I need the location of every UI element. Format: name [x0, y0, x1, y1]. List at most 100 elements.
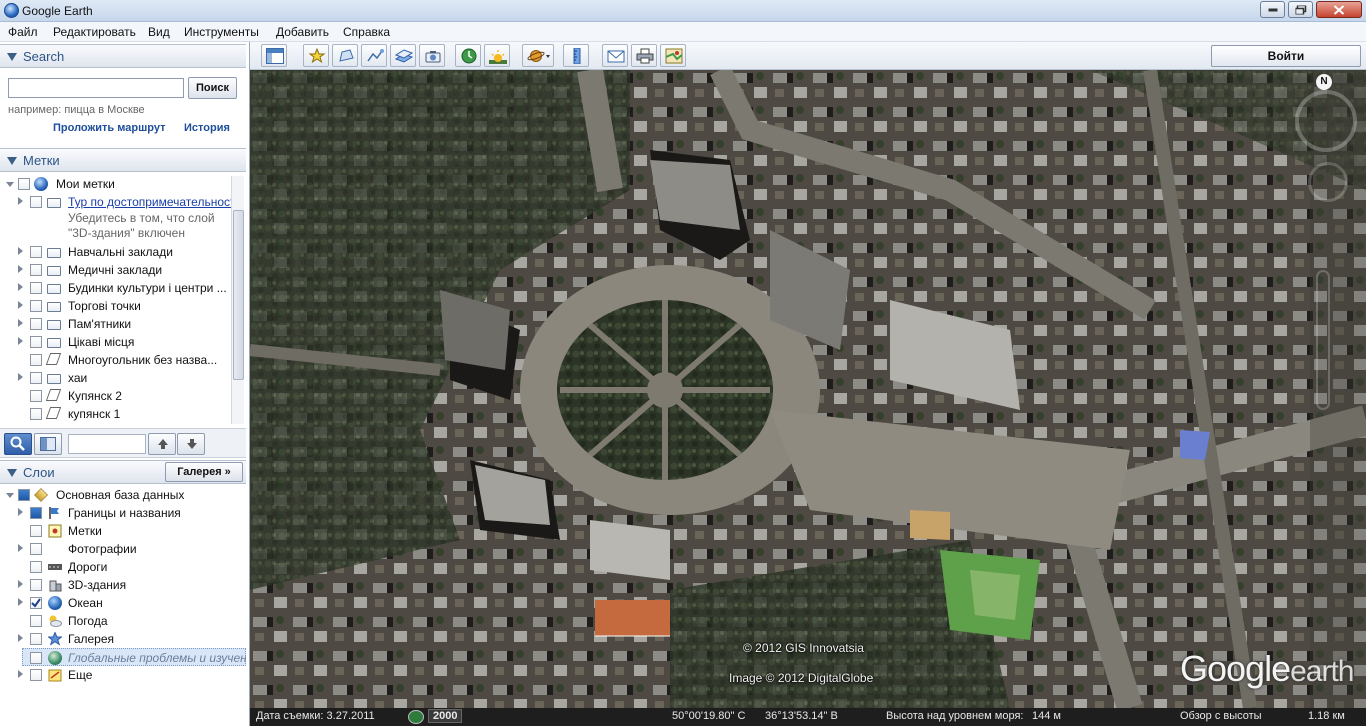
search-input[interactable] [8, 78, 184, 98]
expander-icon[interactable] [18, 373, 23, 381]
move-down-button[interactable] [177, 433, 205, 455]
tree-item[interactable]: Пам'ятники [0, 315, 232, 333]
expander-icon[interactable] [18, 197, 23, 205]
menu-edit[interactable]: Редактировать [53, 25, 136, 39]
checkbox[interactable] [30, 372, 42, 384]
close-button[interactable] [1316, 1, 1362, 18]
expander-icon[interactable] [18, 508, 23, 516]
expander-icon[interactable] [18, 301, 23, 309]
layer-item[interactable]: Еще [0, 666, 246, 684]
checkbox[interactable] [18, 178, 30, 190]
tree-item[interactable]: Цікаві місця [0, 333, 232, 351]
checkbox[interactable] [30, 264, 42, 276]
layer-item-selected[interactable]: Глобальные проблемы и изучение [22, 648, 246, 666]
historical-imagery-button[interactable] [455, 44, 481, 67]
tree-item[interactable]: хаи [0, 369, 232, 387]
checkbox[interactable] [30, 318, 42, 330]
checkbox[interactable] [30, 669, 42, 681]
tree-item[interactable]: Медичні заклади [0, 261, 232, 279]
expander-icon[interactable] [18, 283, 23, 291]
planets-button[interactable] [522, 44, 554, 67]
search-places-button[interactable] [4, 433, 32, 455]
view-in-maps-button[interactable] [660, 44, 686, 67]
checkbox[interactable] [30, 408, 42, 420]
ruler-button[interactable] [563, 44, 589, 67]
checkbox[interactable] [30, 633, 42, 645]
look-joystick[interactable] [1295, 90, 1357, 152]
expander-icon[interactable] [18, 319, 23, 327]
checkbox[interactable] [30, 525, 42, 537]
tree-item[interactable]: Навчальні заклади [0, 243, 232, 261]
checkbox[interactable] [30, 561, 42, 573]
layer-item[interactable]: Дороги [0, 558, 246, 576]
directions-link[interactable]: Проложить маршрут [53, 122, 165, 134]
tree-item-link[interactable]: Тур по достопримечательностям [68, 195, 232, 209]
expander-icon[interactable] [6, 182, 14, 187]
layer-item[interactable]: Метки [0, 522, 246, 540]
checkbox-partial[interactable] [18, 489, 30, 501]
search-panel-header[interactable]: Search [0, 44, 246, 68]
tree-item[interactable]: Торгові точки [0, 297, 232, 315]
checkbox[interactable] [30, 579, 42, 591]
email-button[interactable] [602, 44, 628, 67]
scrollbar-thumb[interactable] [233, 210, 244, 380]
checkbox[interactable] [30, 336, 42, 348]
layer-item[interactable]: Фотографии [0, 540, 246, 558]
checkbox-checked[interactable] [30, 597, 42, 609]
layer-item[interactable]: Границы и названия [0, 504, 246, 522]
expander-icon[interactable] [6, 493, 14, 498]
menu-add[interactable]: Добавить [276, 25, 329, 39]
menu-tools[interactable]: Инструменты [184, 25, 259, 39]
minimize-button[interactable] [1260, 1, 1285, 18]
layer-item[interactable]: Галерея [0, 630, 246, 648]
maximize-button[interactable] [1288, 1, 1313, 18]
history-link[interactable]: История [184, 122, 230, 134]
add-polygon-button[interactable] [332, 44, 358, 67]
print-button[interactable] [631, 44, 657, 67]
expander-icon[interactable] [18, 670, 23, 678]
checkbox[interactable] [30, 246, 42, 258]
record-tour-button[interactable] [419, 44, 445, 67]
tree-item[interactable]: Будинки культури і центри ... [0, 279, 232, 297]
gallery-button[interactable]: Галерея » [165, 462, 243, 482]
add-path-button[interactable] [361, 44, 387, 67]
expander-icon[interactable] [18, 247, 23, 255]
move-joystick[interactable] [1308, 162, 1348, 202]
expander-icon[interactable] [18, 544, 23, 552]
zoom-slider[interactable] [1316, 270, 1330, 410]
north-compass-icon[interactable]: N [1316, 74, 1332, 90]
map-view[interactable]: N © 2012 GIS Innovatsia Image © 2012 Dig… [250, 70, 1366, 708]
checkbox-partial[interactable] [30, 507, 42, 519]
tree-item[interactable]: Многоугольник без назва... [0, 351, 232, 369]
checkbox[interactable] [30, 196, 42, 208]
sunlight-button[interactable] [484, 44, 510, 67]
checkbox[interactable] [30, 282, 42, 294]
historical-clock-icon[interactable] [408, 710, 424, 724]
places-filter-input[interactable] [68, 434, 146, 454]
checkbox[interactable] [30, 354, 42, 366]
layer-item[interactable]: Океан [0, 594, 246, 612]
historical-year-badge[interactable]: 2000 [428, 709, 463, 723]
expander-icon[interactable] [18, 598, 23, 606]
layer-item[interactable]: Погода [0, 612, 246, 630]
move-up-button[interactable] [148, 433, 176, 455]
add-overlay-button[interactable] [390, 44, 416, 67]
tree-item[interactable]: Купянск 2 [0, 387, 232, 405]
checkbox[interactable] [30, 390, 42, 402]
sidebar-toggle-button[interactable] [261, 44, 287, 67]
tree-item-my-places[interactable]: Мои метки [0, 175, 232, 193]
menu-file[interactable]: Файл [8, 25, 38, 39]
expander-icon[interactable] [18, 634, 23, 642]
checkbox[interactable] [30, 615, 42, 627]
tree-item[interactable]: купянск 1 [0, 405, 232, 423]
sidebar-toggle-button[interactable] [34, 433, 62, 455]
expander-icon[interactable] [18, 580, 23, 588]
search-button[interactable]: Поиск [188, 77, 237, 99]
places-scrollbar[interactable] [231, 176, 244, 424]
checkbox[interactable] [30, 652, 42, 664]
menu-help[interactable]: Справка [343, 25, 390, 39]
sign-in-button[interactable]: Войти [1211, 45, 1361, 67]
checkbox[interactable] [30, 300, 42, 312]
add-placemark-button[interactable] [303, 44, 329, 67]
menu-view[interactable]: Вид [148, 25, 170, 39]
